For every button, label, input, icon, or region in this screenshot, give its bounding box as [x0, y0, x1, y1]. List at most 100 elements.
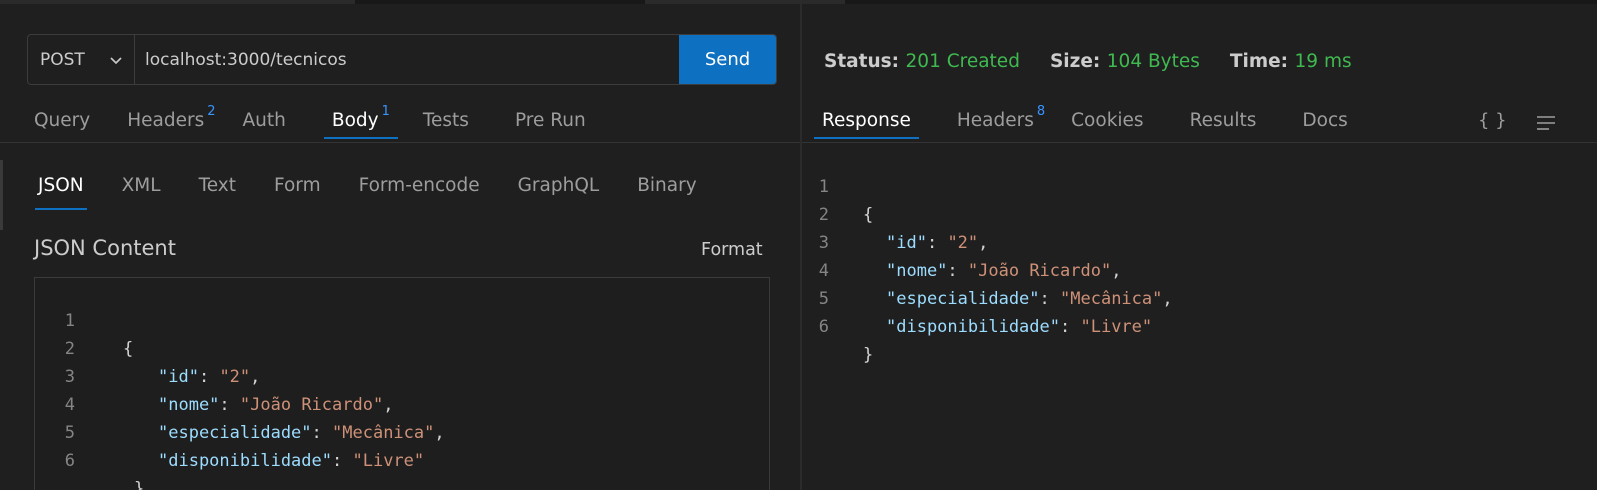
json-key: "especialidade"	[886, 289, 1040, 309]
body-tab-json[interactable]: JSON	[35, 175, 87, 210]
json-comma: ,	[383, 395, 394, 415]
json-braces-icon[interactable]: { }	[1478, 110, 1507, 131]
response-status-bar: Status: 201 Created Size: 104 Bytes Time…	[824, 51, 1382, 72]
json-content-label: JSON Content	[34, 236, 176, 260]
request-tabs: Query Headers 2 Auth Body 1 Tests Pre Run	[34, 104, 586, 140]
tab-auth-label: Auth	[242, 110, 286, 132]
size-label: Size:	[1049, 51, 1101, 72]
send-button[interactable]: Send	[679, 35, 776, 84]
size-value: 104 Bytes	[1106, 51, 1200, 72]
format-button[interactable]: Format	[701, 240, 763, 260]
tab-response-headers[interactable]: Headers 8	[956, 104, 1045, 139]
tab-pre-run[interactable]: Pre Run	[515, 110, 586, 139]
method-label: POST	[40, 49, 85, 70]
json-comma: ,	[978, 233, 989, 253]
json-value: "2"	[947, 233, 979, 253]
body-tab-xml[interactable]: XML	[122, 175, 161, 210]
status-value: 201 Created	[905, 51, 1020, 72]
json-value: "2"	[219, 367, 251, 387]
code-line: 5 "disponibilidade": "Livre"	[35, 391, 424, 471]
tab-tests[interactable]: Tests	[423, 110, 469, 139]
code-open-brace: {	[123, 339, 134, 359]
tab-cookies[interactable]: Cookies	[1071, 110, 1143, 139]
json-body-editor[interactable]: 1 { 2 "id": "2", 3 "nome": "João Ricardo…	[34, 277, 770, 490]
json-key: "disponibilidade"	[158, 451, 332, 471]
code-line: 3 "nome": "João Ricardo",	[802, 201, 1122, 281]
json-comma: ,	[250, 367, 261, 387]
code-line: 4 "especialidade": "Mecânica",	[35, 363, 445, 443]
chevron-down-icon	[110, 56, 122, 64]
tab-pre-run-label: Pre Run	[514, 110, 586, 132]
tab-results[interactable]: Results	[1190, 110, 1257, 139]
code-line: 5 "disponibilidade": "Livre"	[802, 257, 1152, 337]
status-label: Status:	[824, 51, 900, 72]
body-tab-form[interactable]: Form	[274, 175, 321, 210]
size-item: Size: 104 Bytes	[1050, 51, 1200, 72]
tab-headers[interactable]: Headers 2	[127, 104, 215, 139]
json-value: "João Ricardo"	[967, 261, 1112, 281]
status-item: Status: 201 Created	[824, 51, 1020, 72]
code-open-brace: {	[863, 205, 874, 225]
json-comma: ,	[434, 423, 445, 443]
tab-docs-label: Docs	[1302, 110, 1348, 132]
tab-body[interactable]: Body 1	[323, 104, 398, 140]
line-number: 6	[64, 451, 75, 471]
response-pane: Status: 201 Created Size: 104 Bytes Time…	[802, 4, 1597, 490]
tab-query-label: Query	[34, 110, 91, 132]
json-comma: ,	[1162, 289, 1173, 309]
json-key: "nome"	[158, 395, 220, 415]
body-tab-text[interactable]: Text	[199, 175, 236, 210]
request-pane: POST Send Query Headers2 Auth Body1 Test…	[0, 4, 800, 490]
body-tab-form-encode[interactable]: Form-encode	[359, 175, 480, 210]
tab-query[interactable]: Query	[34, 110, 90, 139]
body-tab-graphql[interactable]: GraphQL	[518, 175, 600, 210]
method-select[interactable]: POST	[28, 35, 135, 84]
body-type-tabs: JSON XML Text Form Form-encode GraphQL B…	[35, 175, 697, 210]
request-bar: POST Send	[27, 34, 777, 85]
response-tabs-separator	[802, 142, 1597, 143]
code-line: 2 "id": "2",	[35, 307, 261, 387]
json-key: "nome"	[886, 261, 948, 281]
json-key: "id"	[886, 233, 927, 253]
tab-response[interactable]: Response	[814, 110, 919, 140]
response-tabs: Response Headers 8 Cookies Results Docs	[814, 104, 1348, 140]
code-line: 2 "id": "2",	[802, 173, 989, 253]
code-line: 4 "especialidade": "Mecânica",	[802, 229, 1173, 309]
tabs-separator	[0, 142, 800, 143]
code-line: 3 "nome": "João Ricardo",	[35, 335, 394, 415]
response-body-viewer[interactable]: 1 { 2 "id": "2", 3 "nome": "João Ricardo…	[802, 144, 1597, 490]
code-line: 1 {	[35, 279, 134, 359]
code-close-brace: }	[863, 345, 874, 365]
code-line: 6 }	[35, 419, 145, 490]
json-value: "Mecânica"	[1060, 289, 1163, 309]
json-value: "Mecânica"	[332, 423, 435, 443]
time-value: 19 ms	[1294, 51, 1352, 72]
tab-body-badge: 1	[381, 104, 390, 119]
json-value: "Livre"	[352, 451, 425, 471]
json-key: "id"	[158, 367, 199, 387]
code-line: 6 }	[802, 285, 874, 365]
url-input[interactable]	[135, 35, 679, 84]
tab-response-headers-badge: 8	[1036, 104, 1046, 119]
time-label: Time:	[1229, 51, 1289, 72]
tab-cookies-label: Cookies	[1071, 110, 1144, 132]
code-close-brace: }	[134, 479, 145, 490]
tab-tests-label: Tests	[422, 110, 469, 132]
tab-auth[interactable]: Auth	[243, 110, 286, 139]
line-number: 6	[818, 317, 829, 337]
tab-headers-badge: 2	[207, 104, 216, 119]
tab-results-label: Results	[1189, 110, 1257, 132]
tab-headers-label: Headers	[127, 110, 205, 132]
menu-lines-icon[interactable]	[1535, 114, 1557, 132]
json-key: "especialidade"	[158, 423, 312, 443]
time-item: Time: 19 ms	[1230, 51, 1352, 72]
body-tab-binary[interactable]: Binary	[637, 175, 696, 210]
json-value: "Livre"	[1080, 317, 1153, 337]
tab-response-headers-label: Headers	[956, 110, 1034, 132]
tab-docs[interactable]: Docs	[1302, 110, 1347, 139]
json-key: "disponibilidade"	[886, 317, 1060, 337]
tab-response-label: Response	[822, 110, 911, 132]
tab-body-label: Body	[331, 110, 379, 132]
code-line: 1 {	[802, 145, 874, 225]
json-value: "João Ricardo"	[239, 395, 384, 415]
